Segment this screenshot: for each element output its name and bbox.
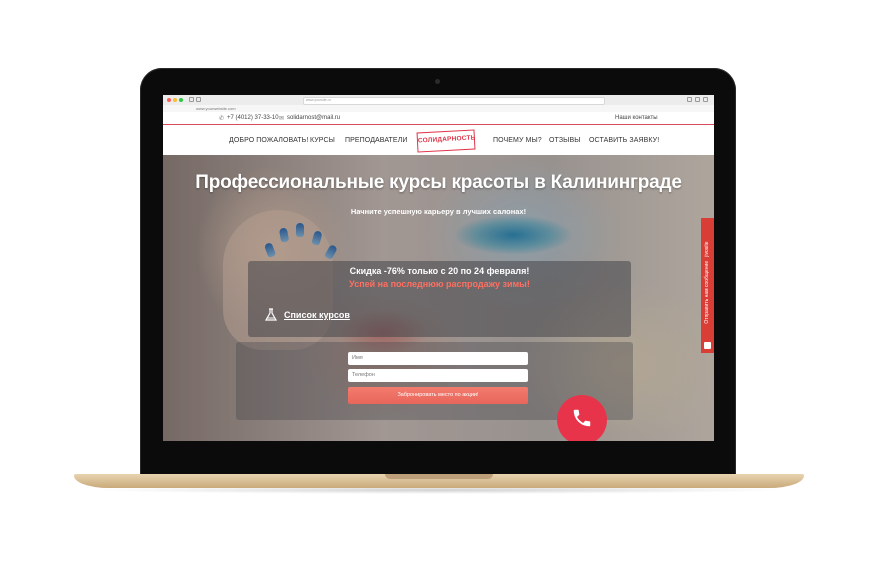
feedback-side-tab[interactable]: Отправить нам сообщение jivosite (701, 218, 714, 353)
book-seat-button[interactable]: Забронировать место по акции! (348, 387, 528, 404)
chat-icon (704, 342, 711, 349)
back-icon[interactable] (189, 97, 194, 102)
main-nav: ДОБРО ПОЖАЛОВАТЬ! КУРСЫ ПРЕПОДАВАТЕЛИ СО… (163, 125, 714, 155)
tabs-icon[interactable] (695, 97, 700, 102)
email-contact[interactable]: ✉ solidarnost@mail.ru (279, 113, 340, 123)
logo[interactable]: СОЛИДАРНОСТЬ (416, 129, 476, 153)
phone-icon: ✆ (219, 116, 225, 122)
hero-section: Профессиональные курсы красоты в Калинин… (163, 155, 714, 441)
name-input[interactable] (348, 352, 528, 365)
nav-item-welcome[interactable]: ДОБРО ПОЖАЛОВАТЬ! (229, 136, 308, 145)
courses-list-label: Список курсов (284, 310, 350, 320)
phone-input[interactable] (348, 369, 528, 382)
tab-title[interactable]: www.yourwebsite.com (196, 105, 236, 112)
address-bar[interactable]: www.yoursite.ru (303, 97, 605, 105)
forward-icon[interactable] (196, 97, 201, 102)
flask-icon (264, 308, 278, 321)
minimize-window-icon[interactable] (173, 98, 177, 102)
phone-number: +7 (4012) 37-33-10 (227, 115, 279, 121)
nav-item-teachers[interactable]: ПРЕПОДАВАТЕЛИ (345, 136, 408, 145)
mail-icon: ✉ (279, 116, 285, 122)
screen: www.yoursite.ru www.yourwebsite.com ✆ +7 … (163, 95, 714, 441)
email-address: solidarnost@mail.ru (287, 115, 341, 121)
address-text: www.yoursite.ru (306, 98, 331, 102)
nav-item-reviews[interactable]: ОТЗЫВЫ (549, 136, 581, 145)
camera-dot (435, 79, 440, 84)
share-icon[interactable] (687, 97, 692, 102)
phone-contact[interactable]: ✆ +7 (4012) 37-33-10 (219, 113, 279, 123)
hero-title: Профессиональные курсы красоты в Калинин… (195, 172, 682, 193)
promo-deadline: Успей на последнюю распродажу зимы! (349, 279, 530, 289)
callback-button[interactable] (557, 395, 607, 441)
jivosite-brand: jivosite (704, 241, 710, 257)
settings-icon[interactable] (703, 97, 708, 102)
feedback-tab-label: Отправить нам сообщение jivosite (704, 241, 710, 324)
nav-item-courses[interactable]: КУРСЫ (310, 136, 335, 145)
hero-subtitle: Начните успешную карьеру в лучших салона… (350, 207, 527, 216)
our-contacts-link[interactable]: Наши контакты (615, 113, 658, 123)
laptop-notch (385, 474, 493, 479)
contact-bar: ✆ +7 (4012) 37-33-10 ✉ solidarnost@mail.ru… (163, 112, 714, 125)
phone-call-icon (573, 409, 591, 427)
logo-text: СОЛИДАРНОСТЬ (417, 134, 476, 145)
promo-discount: Скидка -76% только с 20 по 24 февраля! (349, 266, 530, 276)
nav-item-why-us[interactable]: ПОЧЕМУ МЫ? (493, 136, 542, 145)
nav-item-apply[interactable]: ОСТАВИТЬ ЗАЯВКУ! (589, 136, 659, 145)
maximize-window-icon[interactable] (179, 98, 183, 102)
close-window-icon[interactable] (167, 98, 171, 102)
promo-panel: Скидка -76% только с 20 по 24 февраля! У… (248, 261, 631, 337)
